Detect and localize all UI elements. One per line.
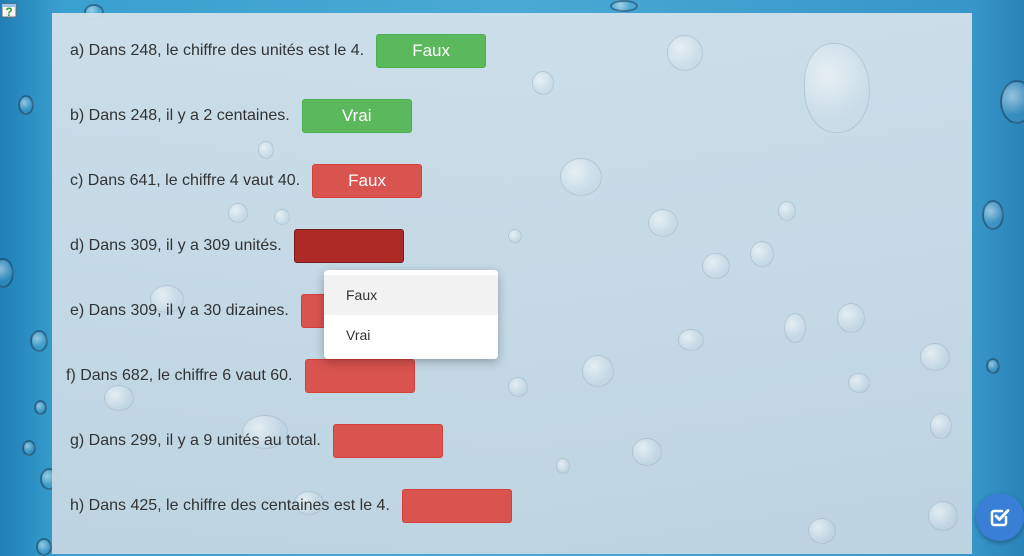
answer-select-d[interactable] (293, 229, 404, 263)
question-row-a: a) Dans 248, le chiffre des unités est l… (70, 33, 487, 69)
exercise-panel: a) Dans 248, le chiffre des unités est l… (52, 13, 972, 554)
answer-select-g[interactable] (332, 424, 443, 458)
help-question-icon[interactable]: ? (1, 1, 21, 21)
question-row-f: f) Dans 682, le chiffre 6 vaut 60. (66, 358, 415, 394)
question-row-h: h) Dans 425, le chiffre des centaines es… (70, 488, 512, 524)
question-row-c: c) Dans 641, le chiffre 4 vaut 40. Faux (70, 163, 423, 199)
question-text: e) Dans 309, il y a 30 dizaines. (70, 302, 289, 319)
dropdown-option-faux[interactable]: Faux (324, 275, 498, 315)
question-text: c) Dans 641, le chiffre 4 vaut 40. (70, 172, 301, 189)
question-text: h) Dans 425, le chiffre des centaines es… (70, 497, 390, 514)
answer-select-h[interactable] (401, 489, 512, 523)
answer-dropdown-menu: Faux Vrai (324, 270, 498, 359)
question-text: a) Dans 248, le chiffre des unités est l… (70, 42, 365, 59)
answer-select-b[interactable]: Vrai (301, 99, 412, 133)
question-row-b: b) Dans 248, il y a 2 centaines. Vrai (70, 98, 412, 134)
answer-select-a[interactable]: Faux (376, 34, 487, 68)
question-text: g) Dans 299, il y a 9 unités au total. (70, 432, 321, 449)
question-text: d) Dans 309, il y a 309 unités. (70, 237, 282, 254)
question-text: b) Dans 248, il y a 2 centaines. (70, 107, 290, 124)
check-answers-button[interactable] (976, 493, 1024, 541)
question-row-g: g) Dans 299, il y a 9 unités au total. (70, 423, 443, 459)
check-square-icon (990, 509, 1010, 527)
svg-text:?: ? (5, 5, 12, 19)
question-row-d: d) Dans 309, il y a 309 unités. (70, 228, 404, 264)
question-text: f) Dans 682, le chiffre 6 vaut 60. (66, 367, 293, 384)
dropdown-option-vrai[interactable]: Vrai (324, 315, 498, 355)
answer-select-c[interactable]: Faux (312, 164, 423, 198)
answer-select-f[interactable] (304, 359, 415, 393)
